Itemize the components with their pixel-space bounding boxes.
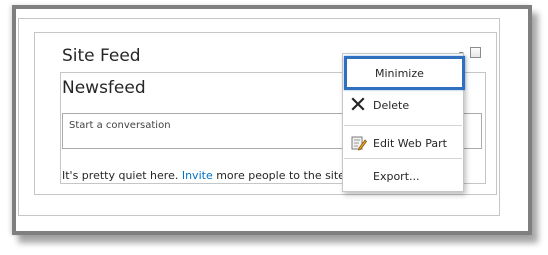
quiet-message-suffix: more people to the site, or start a conv… [216,169,352,182]
menu-item-label: Delete [373,99,410,112]
close-icon [351,97,365,114]
menu-item-label: Minimize [375,67,424,80]
newsfeed-title: Newsfeed [62,78,146,98]
webpart-menu: Minimize Delete Edit Web Part Export... [342,53,465,192]
webpart-select-checkbox[interactable] [470,47,481,58]
menu-item-minimize[interactable]: Minimize [344,56,465,90]
quiet-message: It's pretty quiet here. Invite more peop… [62,169,352,182]
menu-item-export[interactable]: Export... [343,162,463,192]
menu-item-edit-web-part[interactable]: Edit Web Part [343,127,463,157]
menu-item-delete[interactable]: Delete [343,91,463,121]
menu-item-label: Export... [373,170,420,183]
menu-separator [344,125,462,126]
edit-icon [351,135,368,154]
invite-link[interactable]: Invite [182,169,213,182]
menu-item-label: Edit Web Part [373,137,447,150]
menu-separator [344,158,462,159]
quiet-message-prefix: It's pretty quiet here. [62,169,182,182]
webpart-title: Site Feed [62,46,141,66]
